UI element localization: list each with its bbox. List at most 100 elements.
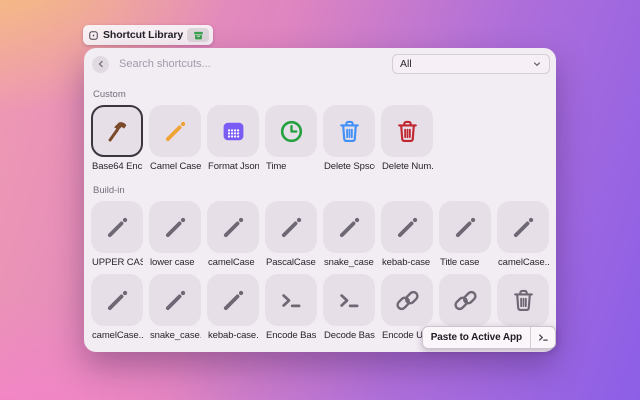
shortcut-label: Encode Bas... [265,330,317,341]
shortcut-label: snake_case [323,257,375,268]
link-icon [394,287,421,314]
paste-key [531,331,555,344]
shortcut-item-base64-enc[interactable]: Base64 Enc... [91,105,143,172]
shortcut-label: Camel Case [149,161,201,172]
shortcut-tile[interactable] [439,201,491,253]
hammer-icon [104,118,131,145]
shortcut-item-kebab-case[interactable]: kebab-case... [207,274,259,341]
shortcut-label: kebab-case... [207,330,259,341]
pencil-icon [162,214,189,241]
shortcut-library-window: All Custom Base64 Enc... Camel Case Format … [84,48,556,352]
shortcut-label: Format Json [207,161,259,172]
filter-value: All [400,58,412,70]
shortcut-tile[interactable] [439,274,491,326]
shortcut-tile[interactable] [265,105,317,157]
shortcut-item-camelcase[interactable]: camelCase... [91,274,143,341]
shortcut-tile[interactable] [149,274,201,326]
shortcut-item-lower-case[interactable]: lower case [149,201,201,268]
section-custom: Custom Base64 Enc... Camel Case Format Json… [91,89,549,172]
pencil-icon [104,214,131,241]
terminal-icon [336,287,363,314]
shortcut-tile[interactable] [91,105,143,157]
pencil-icon [220,287,247,314]
shortcut-tile[interactable] [149,105,201,157]
shortcut-grid: Base64 Enc... Camel Case Format Json Time De… [91,105,549,172]
shortcut-label: snake_case... [149,330,201,341]
section-build-in: Build-in UPPER CASE lower case camelCase Pas… [91,185,549,341]
pencil-icon [278,214,305,241]
shortcut-tile[interactable] [91,201,143,253]
shortcut-tile[interactable] [381,274,433,326]
shortcut-label: Decode Bas... [323,330,375,341]
chevron-down-icon [532,59,542,69]
shortcut-grid: UPPER CASE lower case camelCase PascalCase s… [91,201,549,341]
shortcut-label: Delete Num... [381,161,433,172]
shortcut-item-camelcase[interactable]: camelCase [207,201,259,268]
paste-to-active-app-button[interactable]: Paste to Active App [422,326,556,349]
shortcut-item-time[interactable]: Time [265,105,317,172]
shortcut-label: Delete Spsce [323,161,375,172]
shortcut-item-camelcase[interactable]: camelCase... [497,201,549,268]
shortcut-tile[interactable] [381,105,433,157]
shortcut-item-delete-spsce[interactable]: Delete Spsce [323,105,375,172]
window-title-chip[interactable]: Shortcut Library [83,25,213,45]
shortcut-tile[interactable] [207,105,259,157]
shortcut-tile[interactable] [265,274,317,326]
section-title: Build-in [93,185,549,196]
shortcut-label: Title case [439,257,491,268]
shortcut-item-snake-case[interactable]: snake_case... [149,274,201,341]
shortcut-item-pascalcase[interactable]: PascalCase [265,201,317,268]
desktop-background: Shortcut Library All Custom Base64 Enc...… [0,0,640,400]
shortcut-item-kebab-case[interactable]: kebab-case [381,201,433,268]
shortcut-tile[interactable] [323,201,375,253]
filter-dropdown[interactable]: All [392,54,550,74]
clock-icon [278,118,305,145]
shortcut-label: lower case [149,257,201,268]
pencil-icon [162,118,189,145]
shortcut-item-upper-case[interactable]: UPPER CASE [91,201,143,268]
terminal-icon [278,287,305,314]
shortcut-item-snake-case[interactable]: snake_case [323,201,375,268]
shortcut-item-format-json[interactable]: Format Json [207,105,259,172]
pencil-icon [104,287,131,314]
trash-icon [510,287,537,314]
toolbar: All [92,53,550,75]
shortcut-item-delete-num[interactable]: Delete Num... [381,105,433,172]
window-title: Shortcut Library [103,29,183,41]
pencil-icon [452,214,479,241]
shortcut-tile[interactable] [323,274,375,326]
shortcut-label: camelCase... [497,257,549,268]
shortcut-item-title-case[interactable]: Title case [439,201,491,268]
chevron-left-icon [96,59,106,69]
shortcut-tile[interactable] [149,201,201,253]
section-title: Custom [93,89,549,100]
terminal-icon [537,331,550,344]
shortcut-tile[interactable] [91,274,143,326]
shortcut-item-encode-bas[interactable]: Encode Bas... [265,274,317,341]
pencil-icon [336,214,363,241]
shortcut-tile[interactable] [323,105,375,157]
shortcut-item-camel-case[interactable]: Camel Case [149,105,201,172]
app-icon [88,30,99,41]
shortcut-label: camelCase [207,257,259,268]
sections: Custom Base64 Enc... Camel Case Format Json… [91,89,549,341]
shortcut-label: Base64 Enc... [91,161,143,172]
shortcut-label: PascalCase [265,257,317,268]
archive-button[interactable] [187,28,209,42]
shortcut-label: camelCase... [91,330,143,341]
shortcut-label: UPPER CASE [91,257,143,268]
archive-box-icon [193,30,204,41]
pencil-icon [162,287,189,314]
shortcut-tile[interactable] [265,201,317,253]
back-button[interactable] [92,56,109,73]
shortcut-label: Time [265,161,317,172]
search-input[interactable] [117,57,321,71]
trash-icon [336,118,363,145]
shortcut-tile[interactable] [207,274,259,326]
shortcut-tile[interactable] [497,201,549,253]
shortcut-tile[interactable] [381,201,433,253]
link-icon [452,287,479,314]
shortcut-tile[interactable] [497,274,549,326]
shortcut-tile[interactable] [207,201,259,253]
shortcut-item-decode-bas[interactable]: Decode Bas... [323,274,375,341]
